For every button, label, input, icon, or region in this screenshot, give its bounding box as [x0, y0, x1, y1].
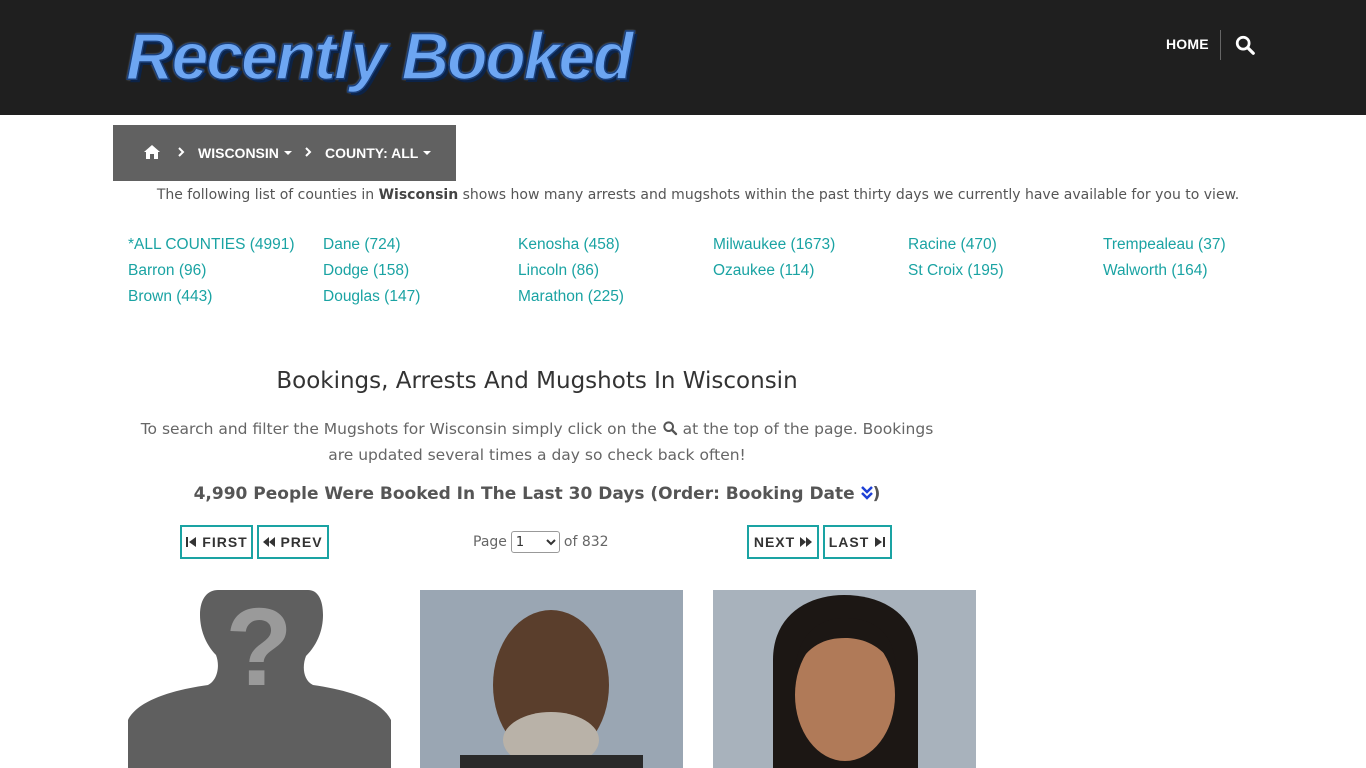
- first-label: FIRST: [202, 534, 248, 550]
- next-page-button[interactable]: NEXT: [747, 525, 819, 559]
- county-link-ozaukee[interactable]: Ozaukee (114): [713, 262, 814, 280]
- mugshot-card-1[interactable]: ?: [128, 590, 391, 768]
- mugshot-card-3[interactable]: [713, 590, 976, 768]
- search-icon: [663, 421, 677, 436]
- county-link-milwaukee[interactable]: Milwaukee (1673): [713, 236, 835, 254]
- nav-home-link[interactable]: HOME: [1166, 36, 1209, 52]
- county-link-all[interactable]: *ALL COUNTIES (4991): [128, 236, 295, 254]
- home-icon[interactable]: [143, 144, 161, 160]
- county-link-kenosha[interactable]: Kenosha (458): [518, 236, 620, 254]
- page-title: Bookings, Arrests And Mugshots In Wiscon…: [276, 368, 798, 394]
- county-link-lincoln[interactable]: Lincoln (86): [518, 262, 599, 280]
- prev-label: PREV: [280, 534, 323, 550]
- last-label: LAST: [828, 534, 870, 550]
- page-selector: Page 1 of 832: [473, 531, 609, 553]
- next-label: NEXT: [753, 534, 796, 550]
- breadcrumb-state-dropdown[interactable]: WISCONSIN: [198, 145, 292, 161]
- skip-end-icon: [875, 537, 886, 547]
- mugshot-photo: [713, 590, 976, 768]
- first-page-button[interactable]: FIRST: [180, 525, 253, 559]
- sort-order-icon[interactable]: [860, 486, 873, 500]
- county-intro-text: The following list of counties in Wiscon…: [113, 186, 1283, 204]
- intro-text-end: shows how many arrests and mugshots with…: [458, 187, 1240, 203]
- page-total: of 832: [563, 534, 609, 550]
- county-link-marathon[interactable]: Marathon (225): [518, 288, 624, 306]
- intro-text-start: The following list of counties in: [156, 187, 379, 203]
- last-page-button[interactable]: LAST: [823, 525, 892, 559]
- chevron-right-icon: [178, 147, 185, 157]
- county-link-douglas[interactable]: Douglas (147): [323, 288, 420, 306]
- booking-count-text: 4,990 People Were Booked In The Last 30 …: [193, 484, 861, 504]
- caret-down-icon: [423, 151, 432, 155]
- county-link-trempealeau[interactable]: Trempealeau (37): [1103, 236, 1226, 254]
- skip-start-icon: [186, 537, 197, 547]
- search-instructions: To search and filter the Mugshots for Wi…: [128, 416, 946, 468]
- page-label: Page: [473, 534, 507, 550]
- county-link-walworth[interactable]: Walworth (164): [1103, 262, 1208, 280]
- booking-count: 4,990 People Were Booked In The Last 30 …: [128, 484, 946, 504]
- svg-text:?: ?: [225, 590, 292, 709]
- backward-icon: [263, 537, 276, 547]
- county-link-barron[interactable]: Barron (96): [128, 262, 206, 280]
- top-header: Recently Booked HOME: [0, 0, 1366, 115]
- nav-divider: [1220, 30, 1221, 60]
- breadcrumb-county-dropdown[interactable]: COUNTY: ALL: [325, 145, 432, 161]
- booking-count-close: ): [872, 484, 881, 504]
- search-icon[interactable]: [1234, 34, 1256, 56]
- unknown-person-silhouette: ?: [128, 590, 391, 768]
- county-link-racine[interactable]: Racine (470): [908, 236, 997, 254]
- chevron-right-icon: [305, 147, 312, 157]
- mugshot-card-2[interactable]: [420, 590, 683, 768]
- caret-down-icon: [283, 151, 292, 155]
- intro-state: Wisconsin: [378, 187, 459, 203]
- page-select[interactable]: 1: [510, 531, 560, 553]
- breadcrumb: WISCONSIN COUNTY: ALL: [113, 125, 456, 181]
- county-link-dodge[interactable]: Dodge (158): [323, 262, 409, 280]
- county-link-dane[interactable]: Dane (724): [323, 236, 401, 254]
- county-link-brown[interactable]: Brown (443): [128, 288, 212, 306]
- instructions-start: To search and filter the Mugshots for Wi…: [140, 420, 662, 438]
- site-logo[interactable]: Recently Booked: [125, 18, 634, 94]
- prev-page-button[interactable]: PREV: [257, 525, 329, 559]
- breadcrumb-county-label: COUNTY: ALL: [325, 145, 419, 161]
- mugshot-photo: [420, 590, 683, 768]
- breadcrumb-state-label: WISCONSIN: [198, 145, 279, 161]
- county-link-st-croix[interactable]: St Croix (195): [908, 262, 1004, 280]
- forward-icon: [800, 537, 813, 547]
